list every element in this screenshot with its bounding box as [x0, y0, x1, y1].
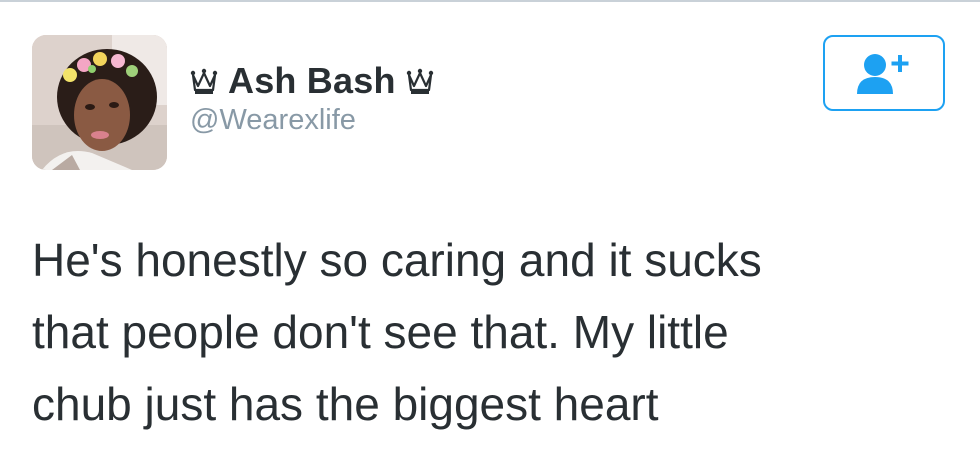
profile-photo — [32, 35, 167, 170]
author-name-row[interactable]: Ash Bash — [190, 58, 434, 104]
avatar[interactable] — [32, 35, 167, 170]
tweet-text-line: chub just has the biggest heart — [32, 378, 659, 430]
crown-icon — [190, 66, 218, 96]
tweet-text: He's honestly so caring and it sucks tha… — [32, 224, 962, 440]
author-display-name: Ash Bash — [228, 60, 396, 101]
author-handle[interactable]: @Wearexlife — [190, 104, 356, 137]
top-divider — [0, 0, 980, 2]
tweet-text-line: He's honestly so caring and it sucks — [32, 234, 762, 286]
tweet-text-line: that people don't see that. My little — [32, 306, 729, 358]
follow-button[interactable] — [823, 35, 945, 111]
add-user-icon — [857, 54, 909, 94]
crown-icon — [406, 66, 434, 96]
